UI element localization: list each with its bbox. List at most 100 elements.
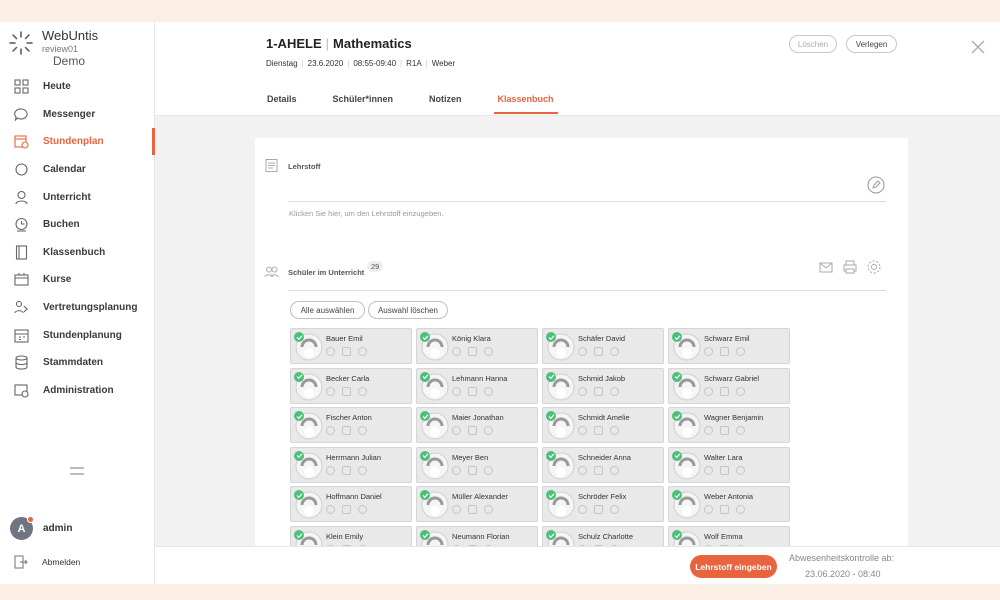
tab-notizen[interactable]: Notizen	[425, 94, 466, 114]
student-card[interactable]: Fischer Anton	[290, 407, 412, 444]
sidebar-item-administration[interactable]: Administration	[0, 377, 154, 405]
mention-icon[interactable]	[484, 465, 493, 475]
note-icon[interactable]	[594, 347, 603, 356]
present-check-icon[interactable]	[420, 450, 430, 461]
present-check-icon[interactable]	[294, 530, 304, 540]
absence-icon[interactable]	[452, 386, 461, 396]
present-check-icon[interactable]	[420, 530, 430, 540]
present-check-icon[interactable]	[546, 530, 556, 540]
absence-icon[interactable]	[704, 347, 713, 356]
sidebar-item-buchen[interactable]: Buchen	[0, 211, 154, 239]
note-icon[interactable]	[468, 426, 477, 436]
mention-icon[interactable]	[610, 347, 619, 356]
mention-icon[interactable]	[736, 386, 745, 396]
present-check-icon[interactable]	[294, 371, 304, 382]
student-card[interactable]: Schäfer David	[542, 328, 664, 364]
sidebar-item-stammdaten[interactable]: Stammdaten	[0, 349, 154, 377]
note-icon[interactable]	[468, 347, 477, 356]
mention-icon[interactable]	[736, 347, 745, 356]
absence-icon[interactable]	[704, 386, 713, 396]
student-card[interactable]: Meyer Ben	[416, 446, 538, 483]
note-icon[interactable]	[342, 386, 351, 396]
mention-icon[interactable]	[610, 426, 619, 436]
sidebar-item-unterricht[interactable]: Unterricht	[0, 183, 154, 211]
student-card[interactable]: Schneider Anna	[542, 446, 664, 483]
present-check-icon[interactable]	[672, 371, 682, 382]
absence-icon[interactable]	[452, 426, 461, 436]
student-card[interactable]: Schmid Jakob	[542, 367, 664, 404]
sidebar-item-heute[interactable]: Heute	[0, 73, 154, 101]
present-check-icon[interactable]	[420, 332, 430, 342]
note-icon[interactable]	[468, 386, 477, 396]
note-icon[interactable]	[342, 426, 351, 436]
student-card[interactable]: Schmidt Amelie	[542, 407, 664, 444]
absence-icon[interactable]	[704, 465, 713, 475]
mention-icon[interactable]	[610, 465, 619, 475]
mention-icon[interactable]	[736, 505, 745, 515]
absence-icon[interactable]	[326, 426, 335, 436]
select-all-button[interactable]: Alle auswählen	[290, 301, 365, 319]
print-icon[interactable]	[842, 259, 858, 275]
student-card[interactable]: Wagner Benjamin	[668, 407, 790, 444]
note-icon[interactable]	[594, 465, 603, 475]
student-card[interactable]: Walter Lara	[668, 446, 790, 483]
mention-icon[interactable]	[736, 426, 745, 436]
note-icon[interactable]	[720, 426, 729, 436]
absence-icon[interactable]	[578, 347, 587, 356]
clear-selection-button[interactable]: Auswahl löschen	[368, 301, 448, 319]
edit-pencil-icon[interactable]	[867, 176, 885, 194]
note-icon[interactable]	[720, 465, 729, 475]
present-check-icon[interactable]	[546, 371, 556, 382]
tab-sch-ler-innen[interactable]: Schüler*innen	[329, 94, 398, 114]
mention-icon[interactable]	[736, 465, 745, 475]
mention-icon[interactable]	[358, 347, 367, 356]
enter-lehrstoff-button[interactable]: Lehrstoff eingeben	[690, 555, 777, 578]
student-card[interactable]: Müller Alexander	[416, 486, 538, 523]
mention-icon[interactable]	[484, 505, 493, 515]
student-card[interactable]: Herrmann Julian	[290, 446, 412, 483]
present-check-icon[interactable]	[294, 332, 304, 342]
tab-details[interactable]: Details	[263, 94, 301, 114]
mention-icon[interactable]	[358, 386, 367, 396]
note-icon[interactable]	[468, 505, 477, 515]
absence-icon[interactable]	[578, 465, 587, 475]
student-card[interactable]: Becker Carla	[290, 367, 412, 404]
settings-gear-icon[interactable]	[866, 259, 882, 275]
note-icon[interactable]	[720, 347, 729, 356]
sidebar-item-stundenplanung[interactable]: Stundenplanung	[0, 321, 154, 349]
present-check-icon[interactable]	[672, 530, 682, 540]
student-card[interactable]: Lehmann Hanna	[416, 367, 538, 404]
mention-icon[interactable]	[358, 505, 367, 515]
present-check-icon[interactable]	[546, 450, 556, 461]
collapse-menu-icon[interactable]	[70, 467, 84, 475]
student-card[interactable]: Bauer Emil	[290, 328, 412, 364]
absence-icon[interactable]	[704, 426, 713, 436]
student-card[interactable]: Hoffmann Daniel	[290, 486, 412, 523]
absence-icon[interactable]	[326, 465, 335, 475]
sidebar-item-vertretungsplanung[interactable]: Vertretungsplanung	[0, 294, 154, 322]
student-card[interactable]: König Klara	[416, 328, 538, 364]
logout-button[interactable]: Abmelden	[14, 555, 80, 569]
present-check-icon[interactable]	[672, 332, 682, 342]
mention-icon[interactable]	[358, 465, 367, 475]
note-icon[interactable]	[720, 386, 729, 396]
move-button[interactable]: Verlegen	[846, 35, 897, 53]
note-icon[interactable]	[594, 386, 603, 396]
absence-icon[interactable]	[452, 347, 461, 356]
present-check-icon[interactable]	[294, 450, 304, 461]
lehrstoff-input[interactable]: Klicken Sie hier, um den Lehrstoff einzu…	[289, 209, 444, 218]
sidebar-item-klassenbuch[interactable]: Klassenbuch	[0, 239, 154, 267]
note-icon[interactable]	[342, 465, 351, 475]
mail-icon[interactable]	[818, 259, 834, 275]
absence-icon[interactable]	[578, 505, 587, 515]
mention-icon[interactable]	[358, 426, 367, 436]
mention-icon[interactable]	[610, 505, 619, 515]
sidebar-item-calendar[interactable]: Calendar	[0, 156, 154, 184]
mention-icon[interactable]	[484, 347, 493, 356]
present-check-icon[interactable]	[420, 371, 430, 382]
note-icon[interactable]	[342, 505, 351, 515]
student-card[interactable]: Maier Jonathan	[416, 407, 538, 444]
delete-button[interactable]: Löschen	[789, 35, 837, 53]
note-icon[interactable]	[720, 505, 729, 515]
note-icon[interactable]	[594, 505, 603, 515]
